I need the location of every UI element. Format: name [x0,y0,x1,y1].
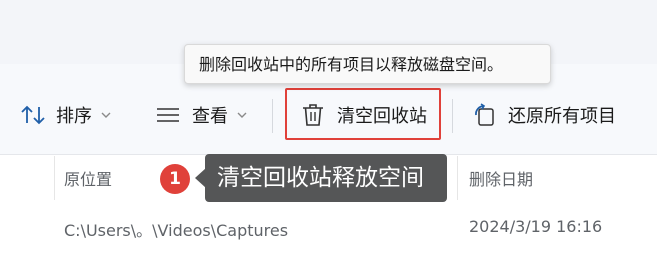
step-number-badge: 1 [160,164,190,194]
view-label: 查看 [192,106,228,127]
column-header-original-location[interactable]: 原位置 [64,166,112,190]
tooltip: 删除回收站中的所有项目以释放磁盘空间。 [184,44,551,84]
view-button[interactable]: 查看 [156,96,247,134]
cell-date-deleted: 2024/3/19 16:16 [469,217,603,236]
column-divider[interactable] [457,156,458,200]
callout-label: 清空回收站释放空间 [205,154,447,202]
chevron-down-icon [237,111,247,119]
toolbar-divider [272,99,273,133]
toolbar-divider [452,99,453,133]
chevron-down-icon [101,111,111,119]
column-divider[interactable] [54,156,55,200]
restore-icon [472,103,496,127]
highlight-box [285,88,441,140]
view-list-icon [156,106,180,124]
sort-label: 排序 [56,106,92,127]
restore-all-label: 还原所有项目 [508,106,616,127]
restore-all-button[interactable]: 还原所有项目 [472,96,616,134]
sort-button[interactable]: 排序 [20,96,111,134]
cell-original-location: C:\Users\。\Videos\Captures [64,221,289,240]
column-header-date-deleted[interactable]: 删除日期 [469,166,533,190]
sort-icon [20,104,46,126]
